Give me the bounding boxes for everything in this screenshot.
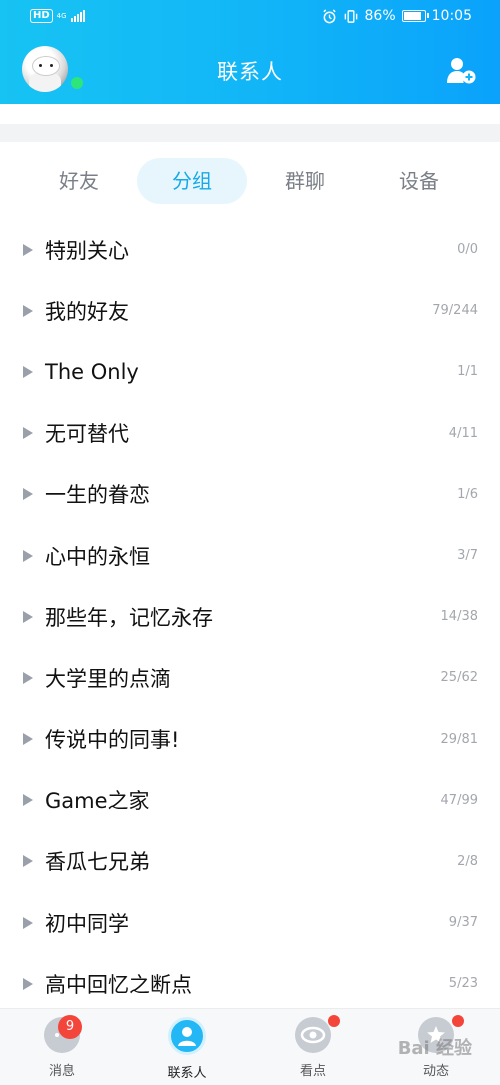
group-count: 1/6 [457,486,478,502]
tab-groups[interactable]: 分组 [137,158,247,204]
group-name: 传说中的同事! [45,728,180,753]
group-name: 无可替代 [45,422,129,447]
group-count: 47/99 [440,792,478,808]
group-list: 特别关心 0/0 我的好友 79/244 The Only 1/1 无可替代 4/11 … [0,219,500,1014]
notification-dot [328,1015,340,1027]
group-name: 高中回忆之断点 [45,972,192,997]
expand-arrow-icon [23,916,33,929]
battery-percent: 86% [364,8,396,24]
group-name: 我的好友 [45,299,129,324]
expand-arrow-icon [23,671,33,684]
nav-label: 联系人 [167,1066,207,1081]
vibrate-icon [344,9,357,23]
page-title: 联系人 [217,60,283,84]
group-row[interactable]: 无可替代 4/11 [0,403,500,464]
group-count: 5/23 [448,976,478,992]
group-row[interactable]: 我的好友 79/244 [0,280,500,341]
group-count: 0/0 [457,242,478,258]
notification-dot [452,1015,464,1027]
group-name: 心中的永恒 [45,544,150,569]
tab-devices[interactable]: 设备 [364,158,474,204]
nav-look[interactable]: 看点 [268,1017,358,1079]
group-name: 一生的眷恋 [45,483,150,508]
expand-arrow-icon [23,365,33,378]
group-count: 2/8 [457,853,478,869]
network-label: 4G [56,11,67,20]
group-count: 14/38 [440,609,478,625]
alarm-icon [322,8,336,23]
nav-label: 看点 [299,1064,326,1079]
eye-icon [295,1017,331,1053]
tab-bar: 好友 分组 群聊 设备 [0,158,500,204]
add-contact-icon[interactable] [446,56,476,84]
group-row[interactable]: The Only 1/1 [0,341,500,402]
nav-label: 动态 [422,1064,449,1079]
watermark: Bai 经验 [397,1038,472,1059]
expand-arrow-icon [23,243,33,256]
group-row[interactable]: 香瓜七兄弟 2/8 [0,831,500,892]
group-name: 那些年，记忆永存 [45,605,213,630]
group-row[interactable]: 初中同学 9/37 [0,892,500,953]
expand-arrow-icon [23,794,33,807]
expand-arrow-icon [23,977,33,990]
expand-arrow-icon [23,733,33,746]
group-count: 9/37 [448,915,478,931]
group-row[interactable]: 传说中的同事! 29/81 [0,709,500,770]
hd-icon: HD [30,9,53,23]
battery-icon [401,10,429,22]
group-count: 3/7 [457,548,478,564]
expand-arrow-icon [23,610,33,623]
group-count: 29/81 [440,731,478,747]
signal-icon [70,10,85,22]
group-count: 79/244 [432,303,478,319]
expand-arrow-icon [23,488,33,501]
group-row[interactable]: Game之家 47/99 [0,770,500,831]
group-name: 大学里的点滴 [45,666,171,691]
expand-arrow-icon [23,549,33,562]
contacts-icon [168,1017,206,1055]
group-name: 特别关心 [45,238,129,263]
group-name: The Only [45,359,139,384]
group-name: 香瓜七兄弟 [45,850,150,875]
unread-badge: 9 [58,1015,82,1039]
expand-arrow-icon [23,304,33,317]
divider-band [0,124,500,142]
group-count: 25/62 [440,670,478,686]
expand-arrow-icon [23,427,33,440]
group-row[interactable]: 大学里的点滴 25/62 [0,647,500,708]
tab-group-chats[interactable]: 群聊 [250,158,360,204]
group-row[interactable]: 特别关心 0/0 [0,219,500,280]
status-bar: HD 4G 86% 10:05 [0,0,500,36]
group-row[interactable]: 心中的永恒 3/7 [0,525,500,586]
group-row[interactable]: 高中回忆之断点 5/23 [0,953,500,1014]
group-count: 4/11 [448,425,478,441]
nav-contacts[interactable]: 联系人 [142,1017,232,1081]
nav-label: 消息 [48,1064,75,1079]
clock: 10:05 [431,8,472,24]
expand-arrow-icon [23,855,33,868]
group-count: 1/1 [457,364,478,380]
group-name: Game之家 [45,789,150,814]
group-row[interactable]: 一生的眷恋 1/6 [0,464,500,525]
group-row[interactable]: 那些年，记忆永存 14/38 [0,586,500,647]
group-name: 初中同学 [45,911,129,936]
tab-friends[interactable]: 好友 [24,158,134,204]
